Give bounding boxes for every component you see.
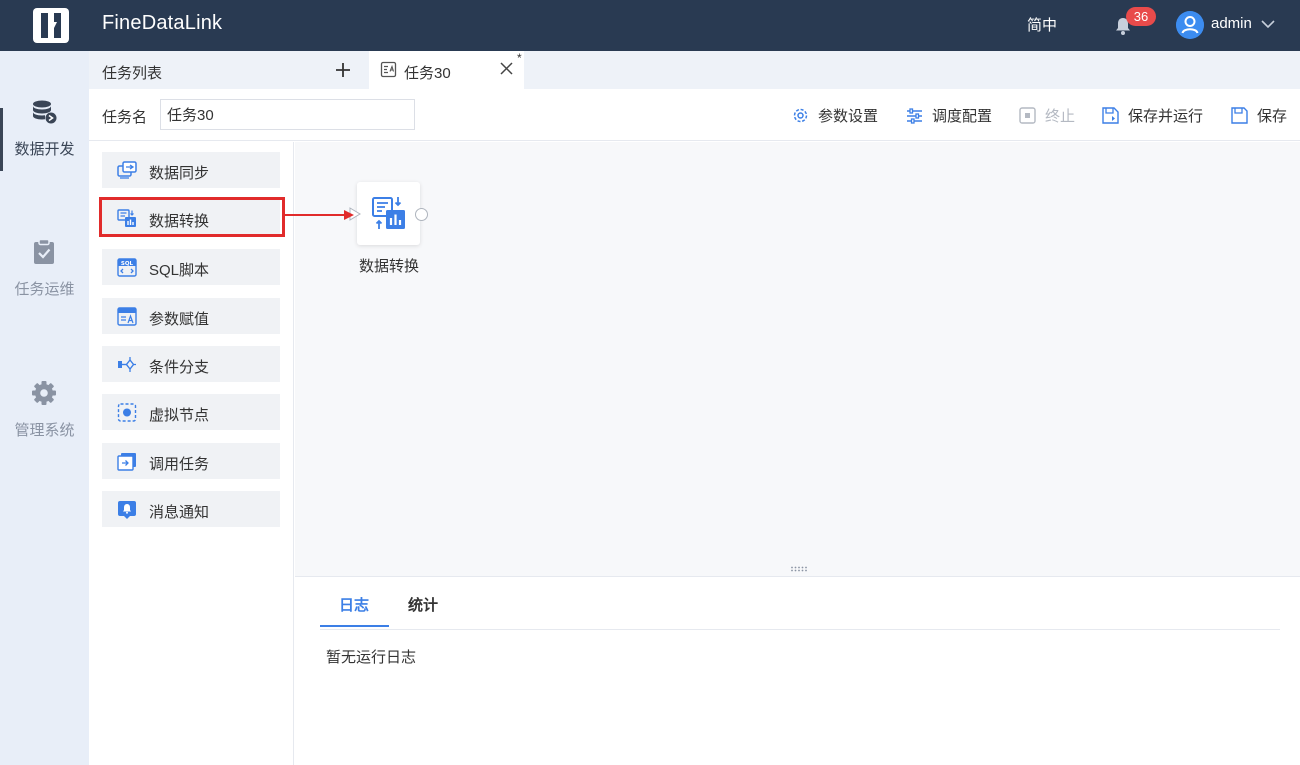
svg-text:SQL: SQL: [121, 261, 134, 267]
save-button[interactable]: 保存: [1230, 103, 1287, 127]
tab-statistics[interactable]: 统计: [408, 594, 438, 615]
schedule-config-label: 调度配置: [932, 107, 993, 125]
plus-icon[interactable]: [333, 60, 353, 80]
component-label: SQL脚本: [149, 262, 210, 279]
component-sql-script[interactable]: SQL SQL脚本: [102, 249, 280, 285]
log-empty-message: 暂无运行日志: [326, 649, 417, 666]
param-assign-icon: [117, 307, 137, 326]
component-label: 消息通知: [149, 504, 210, 521]
highlight-annotation-box: [99, 197, 285, 237]
schedule-config-button[interactable]: 调度配置: [905, 103, 992, 127]
param-settings-button[interactable]: 参数设置: [791, 103, 878, 127]
stop-button[interactable]: 终止: [1018, 103, 1075, 127]
log-panel: 日志 统计 暂无运行日志: [295, 576, 1300, 765]
save-icon: [1231, 106, 1248, 124]
clipboard-check-icon: [34, 238, 54, 264]
component-label: 参数赋值: [149, 311, 210, 328]
component-param-assign[interactable]: 参数赋值: [102, 298, 280, 334]
nav-item-data-development[interactable]: 数据开发: [0, 98, 89, 188]
task-name-input[interactable]: [160, 99, 415, 130]
component-call-task[interactable]: 调用任务: [102, 443, 280, 479]
annotation-arrow-icon: [284, 210, 354, 220]
tab-strip: 任务列表 任务30: [89, 51, 1300, 89]
save-and-run-label: 保存并运行: [1128, 107, 1204, 125]
data-transform-icon: [372, 197, 405, 229]
data-sync-icon: [117, 161, 137, 179]
component-condition-branch[interactable]: 条件分支: [102, 346, 280, 382]
nav-item-task-operations[interactable]: 任务运维: [0, 238, 89, 328]
canvas-node-label: 数据转换: [358, 258, 419, 275]
design-canvas[interactable]: [295, 142, 1300, 576]
param-settings-label: 参数设置: [818, 107, 879, 125]
nav-item-management-system[interactable]: 管理系统: [0, 379, 89, 469]
unsaved-marker: *: [517, 51, 522, 65]
save-and-run-button[interactable]: 保存并运行: [1101, 103, 1203, 127]
component-data-sync[interactable]: 数据同步: [102, 152, 280, 188]
left-nav: 数据开发 任务运维 管理系统: [0, 51, 89, 765]
app-logo-icon[interactable]: [33, 8, 69, 43]
chevron-down-icon[interactable]: [1260, 16, 1276, 32]
save-run-icon: [1102, 106, 1119, 124]
tab-task30[interactable]: 任务30: [369, 51, 524, 89]
component-message-notify[interactable]: 消息通知: [102, 491, 280, 527]
call-task-icon: [117, 453, 136, 471]
component-virtual-node[interactable]: 虚拟节点: [102, 394, 280, 430]
task-toolbar: 任务名 参数设置 调度配置 终止 保存并运行: [89, 89, 1300, 141]
tab-task30-label: 任务30: [404, 65, 451, 82]
language-switch[interactable]: 简中: [1027, 14, 1057, 35]
user-name[interactable]: admin: [1211, 15, 1252, 32]
stop-label: 终止: [1045, 107, 1076, 125]
nav-label: 管理系统: [14, 422, 75, 439]
sliders-icon: [907, 107, 922, 124]
close-icon[interactable]: [498, 60, 515, 77]
component-label: 虚拟节点: [149, 407, 210, 424]
user-avatar-icon[interactable]: [1176, 11, 1204, 39]
tab-task-list[interactable]: 任务列表: [89, 51, 366, 89]
save-label: 保存: [1257, 107, 1288, 125]
top-bar: FineDataLink 简中 36 admin: [0, 0, 1300, 51]
database-icon: [33, 100, 57, 124]
condition-branch-icon: [118, 357, 136, 372]
notification-badge[interactable]: 36: [1126, 7, 1156, 26]
tab-task-list-label: 任务列表: [102, 65, 163, 82]
component-label: 条件分支: [149, 359, 210, 376]
gear-outline-icon: [793, 108, 808, 122]
sql-script-icon: SQL: [117, 258, 137, 277]
virtual-node-icon: [117, 403, 137, 422]
canvas-node-data-transform[interactable]: [357, 182, 420, 245]
nav-label: 数据开发: [14, 141, 75, 158]
task-document-icon: [380, 61, 397, 78]
app-title: FineDataLink: [102, 12, 223, 34]
gear-icon: [32, 381, 56, 405]
stop-icon: [1019, 106, 1036, 124]
node-output-port[interactable]: [415, 208, 428, 221]
nav-label: 任务运维: [14, 281, 75, 298]
resize-handle-icon[interactable]: [790, 566, 808, 572]
active-tab-underline: [320, 625, 389, 627]
message-notify-icon: [118, 501, 136, 519]
tab-log[interactable]: 日志: [339, 594, 369, 615]
component-label: 调用任务: [149, 456, 210, 473]
task-name-label: 任务名: [102, 109, 148, 126]
component-label: 数据同步: [149, 165, 210, 182]
log-tab-divider: [320, 629, 1280, 630]
